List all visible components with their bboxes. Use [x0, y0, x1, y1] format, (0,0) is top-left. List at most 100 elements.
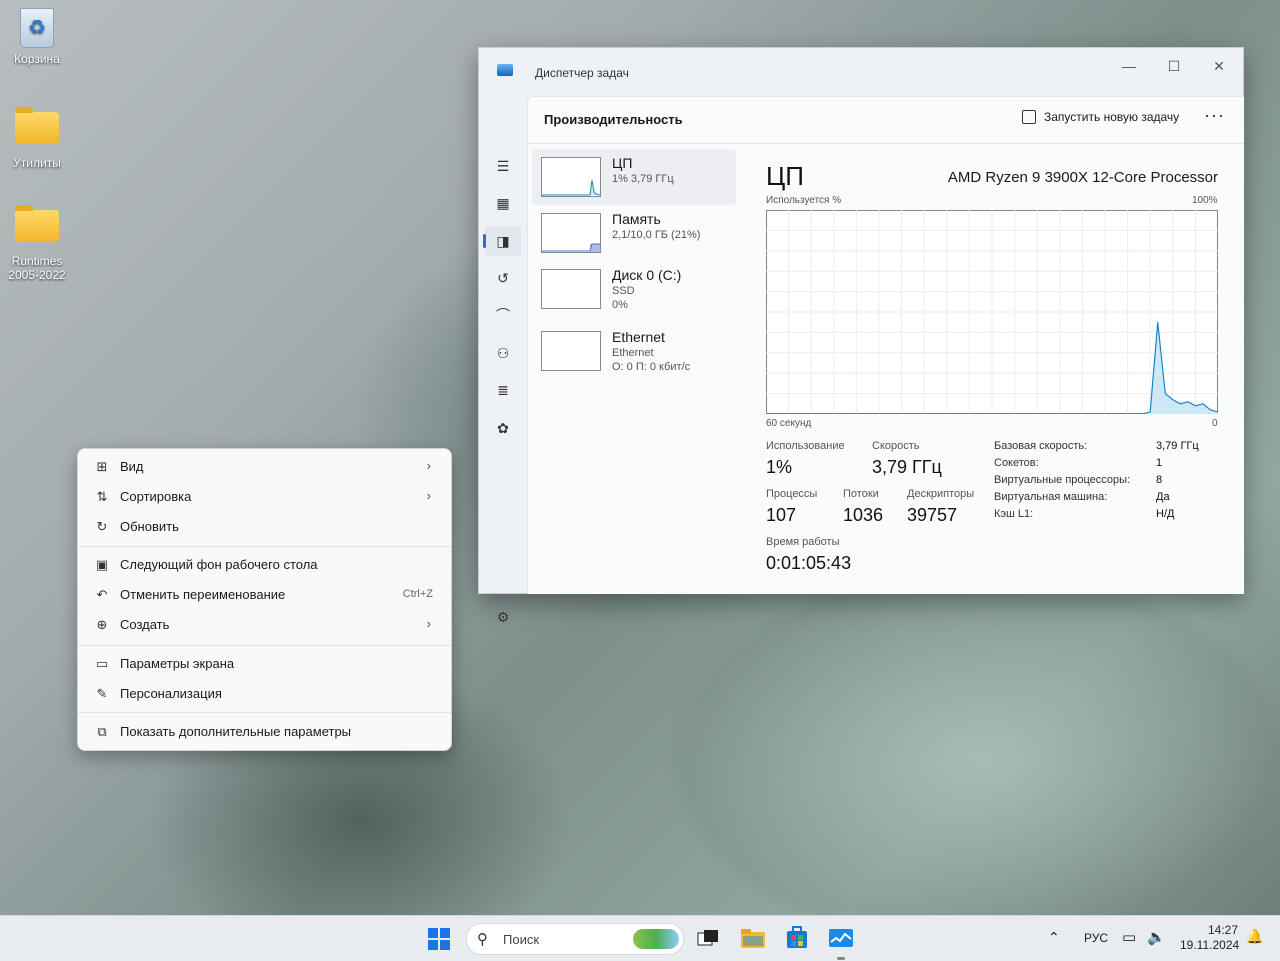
chevron-up-icon[interactable]: ⌃ [1048, 929, 1060, 946]
volume-icon[interactable]: 🔈 [1147, 928, 1166, 946]
page-title: Производительность [544, 112, 683, 127]
taskbar: ⚲ Поиск ⌃ РУС ▭ 🔈 14:27 19.11.2024 🔔 [0, 915, 1280, 961]
maximize-button[interactable]: ☐ [1151, 52, 1197, 80]
desktop-icon-runtimes[interactable]: Runtimes 2005-2022 [1, 204, 73, 282]
perf-item-ethernet[interactable]: Ethernet Ethernet О: 0 П: 0 кбит/с [532, 323, 736, 379]
folder-icon [15, 205, 59, 250]
cpu-thumbnail-graph [541, 157, 601, 197]
network-icon[interactable]: ▭ [1122, 928, 1136, 946]
menu-separator [78, 712, 451, 713]
folder-icon [15, 107, 59, 152]
cpu-usage-graph [766, 210, 1218, 414]
settings-gear-icon[interactable]: ⚙ [485, 602, 521, 632]
nav-rail: ☰ ▦ ◨ ↺ ⌒ ⚇ ≣ ✿ ⚙ [479, 96, 527, 625]
disk-thumbnail-graph [541, 269, 601, 309]
users-icon[interactable]: ⚇ [485, 338, 521, 368]
menu-item-label: Сортировка [120, 489, 192, 504]
spec-value: Н/Д [1156, 508, 1175, 520]
perf-item-disk[interactable]: Диск 0 (C:) SSD 0% [532, 261, 736, 317]
menu-item-label: Отменить переименование [120, 587, 286, 602]
menu-item-undo-rename[interactable]: ↶ Отменить переименование Ctrl+Z [82, 580, 447, 610]
spec-value: Да [1156, 491, 1170, 503]
menu-item-label: Параметры экрана [120, 656, 235, 671]
perf-item-cpu[interactable]: ЦП 1% 3,79 ГГц [532, 149, 736, 205]
task-manager-app-icon [497, 64, 513, 76]
menu-item-personalize[interactable]: ✎ Персонализация [82, 679, 447, 709]
grid-icon: ⊞ [96, 459, 108, 474]
perf-item-memory[interactable]: Память 2,1/10,0 ГБ (21%) [532, 205, 736, 261]
performance-list: ЦП 1% 3,79 ГГц Память 2,1/10,0 ГБ (21%) … [532, 149, 736, 379]
menu-item-create[interactable]: ⊕ Создать › [82, 610, 447, 640]
details-icon[interactable]: ≣ [485, 375, 521, 405]
graph-y-label: Используется % [766, 195, 842, 206]
panel-header: Производительность Запустить новую задач… [528, 97, 1244, 144]
perf-item-sub: Ethernet [612, 347, 654, 359]
undo-icon: ↶ [96, 587, 108, 602]
menu-item-label: Обновить [120, 519, 179, 534]
chevron-right-icon: › [426, 458, 431, 473]
menu-item-label: Создать [120, 617, 170, 632]
clock-time[interactable]: 14:27 [1208, 923, 1238, 937]
close-button[interactable]: ✕ [1196, 52, 1242, 80]
spec-value: 8 [1156, 474, 1163, 486]
processor-name: AMD Ryzen 9 3900X 12-Core Processor [947, 169, 1218, 186]
taskbar-search-box[interactable]: ⚲ Поиск [466, 923, 684, 955]
microsoft-store-icon[interactable] [784, 926, 810, 950]
more-options-button[interactable]: ··· [1204, 105, 1225, 126]
clock-date[interactable]: 19.11.2024 [1180, 938, 1239, 952]
spec-key: Базовая скорость: [994, 440, 1088, 452]
threads-value: 1036 [843, 505, 884, 525]
menu-item-display-settings[interactable]: ▭ Параметры экрана [82, 649, 447, 679]
menu-item-label: Показать дополнительные параметры [120, 724, 352, 739]
menu-item-view[interactable]: ⊞ Вид › [82, 452, 447, 482]
spec-value: 3,79 ГГц [1156, 440, 1199, 452]
performance-icon[interactable]: ◨ [483, 226, 521, 256]
menu-item-sort[interactable]: ⇅ Сортировка › [82, 482, 447, 512]
minimize-button[interactable]: — [1106, 52, 1152, 80]
usage-label: Использование [766, 440, 845, 452]
menu-item-shortcut: Ctrl+Z [402, 588, 433, 600]
perf-item-sub: 2,1/10,0 ГБ (21%) [612, 229, 701, 241]
menu-item-next-background[interactable]: ▣ Следующий фон рабочего стола [82, 550, 447, 580]
next-background-icon: ▣ [95, 557, 109, 572]
processes-value: 107 [766, 505, 797, 525]
desktop-context-menu: ⊞ Вид › ⇅ Сортировка › ↻ Обновить ▣ След… [77, 448, 452, 751]
run-new-task-button[interactable]: Запустить новую задачу [1022, 110, 1179, 124]
menu-item-label: Персонализация [120, 686, 222, 701]
menu-separator [78, 546, 451, 547]
language-indicator[interactable]: РУС [1084, 931, 1108, 945]
perf-item-name: Диск 0 (C:) [612, 267, 682, 283]
detail-title: ЦП [766, 161, 804, 191]
processes-icon[interactable]: ▦ [485, 188, 521, 218]
title-bar[interactable]: Диспетчер задач — ☐ ✕ [479, 48, 1243, 96]
desktop-icon-utilities[interactable]: Утилиты [1, 106, 73, 170]
notification-bell-icon[interactable]: 🔔 [1246, 928, 1263, 945]
handles-label: Дескрипторы [907, 488, 975, 500]
startup-apps-icon[interactable]: ⌒ [485, 300, 521, 330]
memory-thumbnail-graph [541, 213, 601, 253]
ethernet-thumbnail-graph [541, 331, 601, 371]
main-panel: Производительность Запустить новую задач… [527, 96, 1244, 594]
task-manager-taskbar-icon[interactable] [828, 926, 854, 950]
services-icon[interactable]: ✿ [485, 413, 521, 443]
menu-item-show-more-options[interactable]: ⧉ Показать дополнительные параметры [82, 717, 447, 747]
menu-item-refresh[interactable]: ↻ Обновить [82, 512, 447, 542]
graph-x-label: 60 секунд [766, 418, 812, 429]
perf-item-name: Ethernet [612, 329, 665, 345]
graph-min-label: 0 [1212, 418, 1218, 429]
speed-label: Скорость [872, 440, 920, 452]
start-button[interactable] [428, 928, 450, 950]
search-icon: ⚲ [477, 931, 488, 948]
task-view-icon[interactable] [695, 926, 721, 950]
app-history-icon[interactable]: ↺ [485, 263, 521, 293]
file-explorer-icon[interactable] [740, 926, 766, 950]
uptime-label: Время работы [766, 536, 840, 548]
desktop-icon-recycle-bin[interactable]: Корзина [1, 8, 73, 66]
usage-value: 1% [766, 457, 793, 477]
chevron-right-icon: › [426, 616, 431, 631]
spec-key: Кэш L1: [994, 508, 1034, 520]
display-settings-icon: ▭ [95, 656, 109, 671]
task-manager-window: Диспетчер задач — ☐ ✕ ☰ ▦ ◨ ↺ ⌒ ⚇ ≣ ✿ ⚙ … [478, 47, 1244, 625]
chevron-right-icon: › [426, 488, 431, 503]
hamburger-menu-icon[interactable]: ☰ [485, 151, 521, 181]
